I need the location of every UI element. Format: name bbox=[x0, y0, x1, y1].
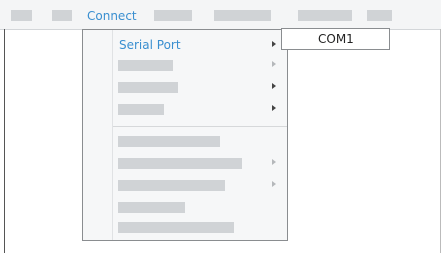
menu-item-7-placeholder bbox=[367, 10, 392, 21]
menu-item-7[interactable] bbox=[83, 175, 287, 197]
menu-connect-label: Connect bbox=[87, 9, 137, 23]
menu-item-placeholder bbox=[118, 222, 234, 233]
menu-item-placeholder bbox=[118, 136, 220, 147]
menu-item-placeholder bbox=[118, 82, 178, 93]
menu-separator bbox=[113, 126, 287, 127]
menu-item-placeholder bbox=[118, 202, 185, 213]
menu-item-6[interactable] bbox=[83, 153, 287, 175]
serial-port-label: Serial Port bbox=[119, 38, 181, 52]
submenu-arrow-icon bbox=[272, 159, 276, 165]
menu-item-placeholder bbox=[118, 60, 173, 71]
menu-item-2-placeholder bbox=[52, 10, 72, 21]
menu-item-2[interactable] bbox=[44, 0, 80, 29]
submenu-arrow-icon bbox=[272, 105, 276, 111]
menu-item-2[interactable] bbox=[83, 54, 287, 76]
menu-item-6-placeholder bbox=[298, 10, 352, 21]
connect-dropdown-menu: Serial Port bbox=[82, 29, 288, 241]
menu-item-5-placeholder bbox=[214, 10, 271, 21]
submenu-arrow-icon bbox=[272, 83, 276, 89]
menu-item-1[interactable] bbox=[0, 0, 44, 29]
window-left-border bbox=[4, 29, 5, 253]
menu-item-3[interactable] bbox=[83, 76, 287, 98]
menu-item-9[interactable] bbox=[83, 218, 287, 240]
menu-connect[interactable]: Connect bbox=[80, 0, 145, 29]
com1-label: COM1 bbox=[318, 32, 354, 46]
submenu-item-com1[interactable]: COM1 bbox=[282, 29, 389, 49]
submenu-arrow-icon bbox=[272, 181, 276, 187]
menu-item-4[interactable] bbox=[145, 0, 205, 29]
menu-item-5[interactable] bbox=[83, 131, 287, 153]
menu-item-4-placeholder bbox=[154, 10, 192, 21]
serial-port-submenu: COM1 bbox=[281, 28, 390, 50]
menu-item-placeholder bbox=[118, 104, 164, 115]
menu-item-1-placeholder bbox=[11, 10, 32, 21]
submenu-arrow-icon bbox=[272, 41, 276, 47]
menu-item-4[interactable] bbox=[83, 98, 287, 120]
menu-item-6[interactable] bbox=[290, 0, 360, 29]
submenu-arrow-icon bbox=[272, 61, 276, 67]
menu-item-7[interactable] bbox=[360, 0, 400, 29]
menu-item-5[interactable] bbox=[205, 0, 290, 29]
menu-item-8[interactable] bbox=[83, 197, 287, 219]
menu-item-placeholder bbox=[118, 158, 242, 169]
menu-item-serial-port[interactable]: Serial Port bbox=[83, 34, 287, 56]
menu-item-placeholder bbox=[118, 180, 225, 191]
menu-bar: Connect bbox=[0, 0, 441, 30]
